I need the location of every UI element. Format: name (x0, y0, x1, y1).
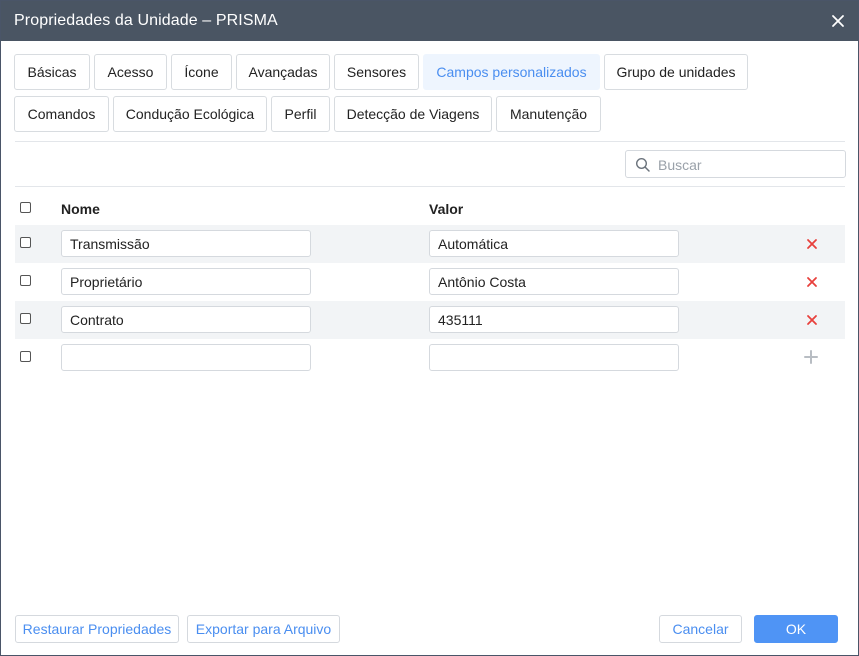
tab-comandos[interactable]: Comandos (14, 96, 109, 132)
tab-sensores[interactable]: Sensores (334, 54, 419, 90)
field-name-input[interactable] (61, 268, 311, 295)
tab-manutencao[interactable]: Manutenção (496, 96, 601, 132)
delete-icon[interactable] (806, 276, 818, 288)
table-row (15, 263, 845, 301)
tab-basicas[interactable]: Básicas (14, 54, 90, 90)
tab-avancadas[interactable]: Avançadas (236, 54, 330, 90)
row-checkbox[interactable] (20, 275, 31, 286)
delete-icon[interactable] (806, 238, 818, 250)
select-all-checkbox[interactable] (20, 202, 31, 213)
column-header-name: Nome (61, 201, 100, 217)
field-value-input[interactable] (429, 268, 679, 295)
ok-button[interactable]: OK (754, 615, 838, 643)
search-input[interactable] (656, 153, 844, 177)
tab-deteccao-de-viagens[interactable]: Detecção de Viagens (334, 96, 492, 132)
row-checkbox[interactable] (20, 313, 31, 324)
dialog-title: Propriedades da Unidade – PRISMA (14, 12, 278, 29)
field-value-input[interactable] (429, 306, 679, 333)
delete-icon[interactable] (806, 314, 818, 326)
tab-conducao-ecologica[interactable]: Condução Ecológica (113, 96, 267, 132)
restore-properties-button[interactable]: Restaurar Propriedades (15, 615, 179, 643)
search-icon (635, 157, 650, 172)
table-row (15, 301, 845, 339)
cancel-button[interactable]: Cancelar (659, 615, 742, 643)
new-field-value-input[interactable] (429, 344, 679, 371)
export-to-file-button[interactable]: Exportar para Arquivo (187, 615, 340, 643)
close-icon[interactable] (828, 11, 848, 31)
column-header-value: Valor (429, 201, 464, 217)
tab-campos-personalizados[interactable]: Campos personalizados (423, 54, 600, 90)
search-box[interactable] (625, 150, 846, 178)
tabs-divider (15, 141, 845, 142)
field-name-input[interactable] (61, 306, 311, 333)
row-checkbox[interactable] (20, 237, 31, 248)
tab-perfil[interactable]: Perfil (271, 96, 330, 132)
search-divider (15, 186, 845, 187)
tab-acesso[interactable]: Acesso (94, 54, 167, 90)
unit-properties-dialog: Propriedades da Unidade – PRISMA Básicas… (0, 0, 859, 656)
field-name-input[interactable] (61, 230, 311, 257)
tab-icone[interactable]: Ícone (171, 54, 232, 90)
new-field-name-input[interactable] (61, 344, 311, 371)
dialog-titlebar: Propriedades da Unidade – PRISMA (1, 1, 858, 41)
field-value-input[interactable] (429, 230, 679, 257)
plus-icon[interactable] (804, 350, 818, 364)
tab-grupo-de-unidades[interactable]: Grupo de unidades (604, 54, 748, 90)
row-checkbox[interactable] (20, 351, 31, 362)
table-row (15, 225, 845, 263)
new-field-row (15, 339, 845, 377)
